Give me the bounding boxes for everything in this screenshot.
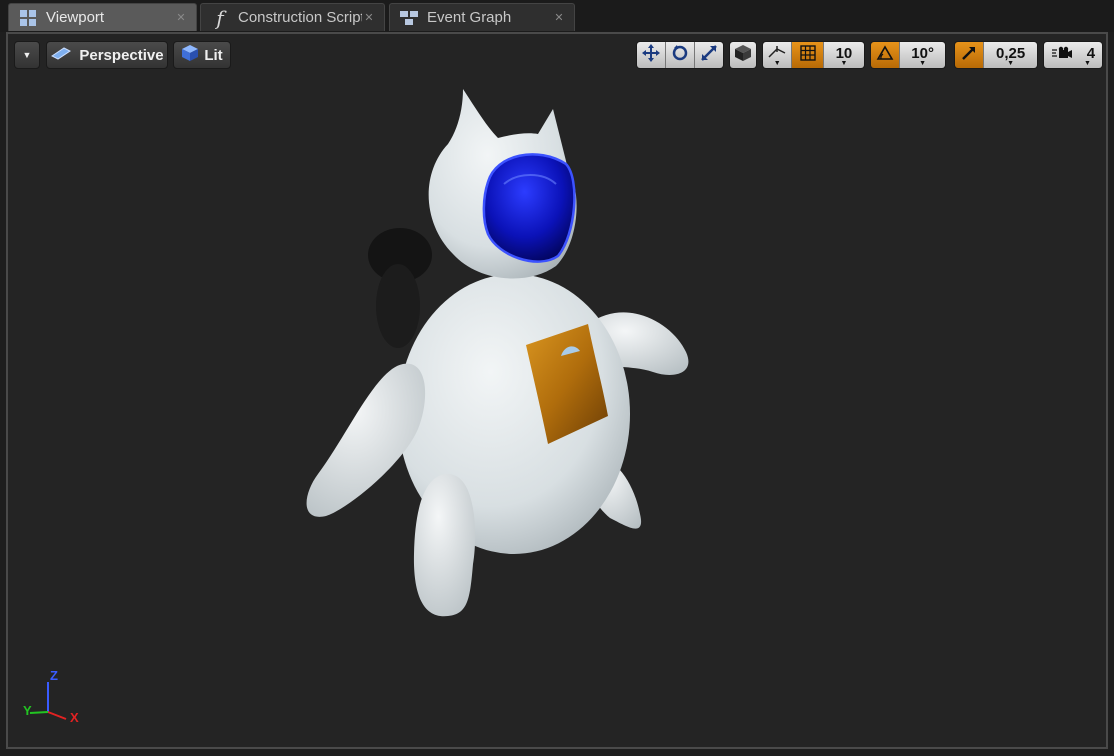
tab-event-graph-label: Event Graph bbox=[427, 9, 512, 26]
tab-construction-script-label: Construction Script bbox=[238, 9, 362, 26]
close-icon[interactable]: ✕ bbox=[552, 11, 566, 24]
tab-viewport[interactable]: Viewport ✕ bbox=[8, 3, 197, 31]
tab-bar: Viewport ✕ f Construction Script ✕ Event… bbox=[0, 0, 1114, 32]
function-icon: f bbox=[216, 5, 224, 30]
event-graph-icon bbox=[399, 8, 419, 28]
left-arm bbox=[306, 363, 426, 517]
tab-viewport-label: Viewport bbox=[46, 9, 105, 26]
close-icon[interactable]: ✕ bbox=[362, 11, 376, 24]
close-icon[interactable]: ✕ bbox=[174, 11, 188, 24]
viewport-grid-icon bbox=[18, 8, 38, 28]
astronaut-cat-mesh[interactable] bbox=[8, 34, 1106, 747]
head bbox=[428, 89, 577, 279]
left-leg bbox=[413, 474, 476, 617]
axis-y-label: Y bbox=[23, 703, 32, 718]
tab-event-graph[interactable]: Event Graph ✕ bbox=[389, 3, 575, 31]
viewport-canvas[interactable]: ▼ Perspective Lit ▼ 10 ▼ 10° ▼ 0,25 ▼ 4 … bbox=[6, 32, 1108, 749]
tab-construction-script[interactable]: f Construction Script ✕ bbox=[200, 3, 385, 31]
axis-z-label: Z bbox=[50, 668, 58, 683]
axis-x-label: X bbox=[70, 710, 79, 725]
axis-indicator: Z Y X bbox=[20, 668, 90, 727]
